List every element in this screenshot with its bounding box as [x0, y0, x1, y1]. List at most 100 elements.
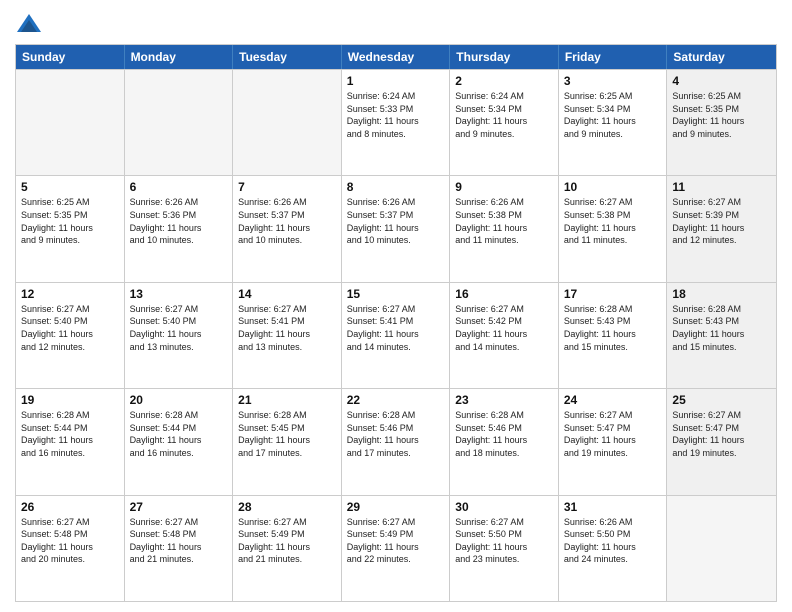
- cell-text: Sunrise: 6:28 AM Sunset: 5:44 PM Dayligh…: [130, 409, 228, 459]
- calendar-cell: 14Sunrise: 6:27 AM Sunset: 5:41 PM Dayli…: [233, 283, 342, 388]
- calendar-cell: 7 Sunrise: 6:26 AM Sunset: 5:37 PM Daylig…: [233, 176, 342, 281]
- calendar-cell: 18Sunrise: 6:28 AM Sunset: 5:43 PM Dayli…: [667, 283, 776, 388]
- cell-text: Sunrise: 6:28 AM Sunset: 5:43 PM Dayligh…: [564, 303, 662, 353]
- calendar-cell: 24Sunrise: 6:27 AM Sunset: 5:47 PM Dayli…: [559, 389, 668, 494]
- day-number: 4: [672, 74, 771, 88]
- calendar-cell: 5 Sunrise: 6:25 AM Sunset: 5:35 PM Daylig…: [16, 176, 125, 281]
- day-number: 6: [130, 180, 228, 194]
- calendar-cell: 12 Sunrise: 6:27 AM Sunset: 5:40 PM Dayli…: [16, 283, 125, 388]
- cell-text: Sunrise: 6:26 AM Sunset: 5:36 PM Dayligh…: [130, 196, 228, 246]
- cell-text: Sunrise: 6:24 AM Sunset: 5:34 PM Dayligh…: [455, 90, 553, 140]
- calendar-cell: 26 Sunrise: 6:27 AM Sunset: 5:48 PM Dayli…: [16, 496, 125, 601]
- calendar-cell: 8 Sunrise: 6:26 AM Sunset: 5:37 PM Daylig…: [342, 176, 451, 281]
- cell-text: Sunrise: 6:27 AM Sunset: 5:38 PM Dayligh…: [564, 196, 662, 246]
- cell-text: Sunrise: 6:26 AM Sunset: 5:37 PM Dayligh…: [238, 196, 336, 246]
- weekday-header: Tuesday: [233, 45, 342, 69]
- cell-text: Sunrise: 6:27 AM Sunset: 5:49 PM Dayligh…: [238, 516, 336, 566]
- day-number: 8: [347, 180, 445, 194]
- logo-icon: [15, 10, 43, 38]
- day-number: 20: [130, 393, 228, 407]
- calendar-cell: 31 Sunrise: 6:26 AM Sunset: 5:50 PM Dayli…: [559, 496, 668, 601]
- cell-text: Sunrise: 6:24 AM Sunset: 5:33 PM Dayligh…: [347, 90, 445, 140]
- calendar-cell: 21 Sunrise: 6:28 AM Sunset: 5:45 PM Dayli…: [233, 389, 342, 494]
- calendar-cell: 29 Sunrise: 6:27 AM Sunset: 5:49 PM Dayli…: [342, 496, 451, 601]
- calendar-row: 12 Sunrise: 6:27 AM Sunset: 5:40 PM Dayli…: [16, 282, 776, 388]
- calendar-cell: 11Sunrise: 6:27 AM Sunset: 5:39 PM Dayli…: [667, 176, 776, 281]
- calendar-cell: [125, 70, 234, 175]
- calendar-cell: 17 Sunrise: 6:28 AM Sunset: 5:43 PM Dayli…: [559, 283, 668, 388]
- cell-text: Sunrise: 6:28 AM Sunset: 5:43 PM Dayligh…: [672, 303, 771, 353]
- cell-text: Sunrise: 6:27 AM Sunset: 5:49 PM Dayligh…: [347, 516, 445, 566]
- weekday-header: Friday: [559, 45, 668, 69]
- calendar-row: 5 Sunrise: 6:25 AM Sunset: 5:35 PM Daylig…: [16, 175, 776, 281]
- logo-area: [15, 10, 47, 38]
- day-number: 12: [21, 287, 119, 301]
- cell-text: Sunrise: 6:27 AM Sunset: 5:41 PM Dayligh…: [347, 303, 445, 353]
- weekday-header: Sunday: [16, 45, 125, 69]
- day-number: 19: [21, 393, 119, 407]
- cell-text: Sunrise: 6:27 AM Sunset: 5:40 PM Dayligh…: [130, 303, 228, 353]
- calendar-row: 26 Sunrise: 6:27 AM Sunset: 5:48 PM Dayli…: [16, 495, 776, 601]
- cell-text: Sunrise: 6:26 AM Sunset: 5:37 PM Dayligh…: [347, 196, 445, 246]
- cell-text: Sunrise: 6:27 AM Sunset: 5:48 PM Dayligh…: [130, 516, 228, 566]
- calendar: SundayMondayTuesdayWednesdayThursdayFrid…: [15, 44, 777, 602]
- calendar-body: 1 Sunrise: 6:24 AM Sunset: 5:33 PM Daylig…: [16, 69, 776, 601]
- weekday-header: Wednesday: [342, 45, 451, 69]
- day-number: 27: [130, 500, 228, 514]
- day-number: 1: [347, 74, 445, 88]
- day-number: 15: [347, 287, 445, 301]
- cell-text: Sunrise: 6:28 AM Sunset: 5:45 PM Dayligh…: [238, 409, 336, 459]
- calendar-cell: 27 Sunrise: 6:27 AM Sunset: 5:48 PM Dayli…: [125, 496, 234, 601]
- calendar-row: 1 Sunrise: 6:24 AM Sunset: 5:33 PM Daylig…: [16, 69, 776, 175]
- day-number: 7: [238, 180, 336, 194]
- cell-text: Sunrise: 6:28 AM Sunset: 5:46 PM Dayligh…: [347, 409, 445, 459]
- calendar-cell: [667, 496, 776, 601]
- calendar-cell: 28 Sunrise: 6:27 AM Sunset: 5:49 PM Dayli…: [233, 496, 342, 601]
- page: SundayMondayTuesdayWednesdayThursdayFrid…: [0, 0, 792, 612]
- day-number: 31: [564, 500, 662, 514]
- calendar-cell: 3 Sunrise: 6:25 AM Sunset: 5:34 PM Daylig…: [559, 70, 668, 175]
- calendar-cell: 4 Sunrise: 6:25 AM Sunset: 5:35 PM Daylig…: [667, 70, 776, 175]
- calendar-cell: 13 Sunrise: 6:27 AM Sunset: 5:40 PM Dayli…: [125, 283, 234, 388]
- cell-text: Sunrise: 6:27 AM Sunset: 5:39 PM Dayligh…: [672, 196, 771, 246]
- day-number: 26: [21, 500, 119, 514]
- calendar-cell: 25Sunrise: 6:27 AM Sunset: 5:47 PM Dayli…: [667, 389, 776, 494]
- day-number: 29: [347, 500, 445, 514]
- weekday-header: Thursday: [450, 45, 559, 69]
- cell-text: Sunrise: 6:27 AM Sunset: 5:50 PM Dayligh…: [455, 516, 553, 566]
- day-number: 22: [347, 393, 445, 407]
- calendar-cell: 30Sunrise: 6:27 AM Sunset: 5:50 PM Dayli…: [450, 496, 559, 601]
- header: [15, 10, 777, 38]
- cell-text: Sunrise: 6:25 AM Sunset: 5:35 PM Dayligh…: [21, 196, 119, 246]
- day-number: 10: [564, 180, 662, 194]
- cell-text: Sunrise: 6:26 AM Sunset: 5:50 PM Dayligh…: [564, 516, 662, 566]
- day-number: 17: [564, 287, 662, 301]
- weekday-header: Saturday: [667, 45, 776, 69]
- day-number: 9: [455, 180, 553, 194]
- day-number: 21: [238, 393, 336, 407]
- cell-text: Sunrise: 6:27 AM Sunset: 5:47 PM Dayligh…: [564, 409, 662, 459]
- day-number: 16: [455, 287, 553, 301]
- calendar-cell: 6 Sunrise: 6:26 AM Sunset: 5:36 PM Daylig…: [125, 176, 234, 281]
- day-number: 13: [130, 287, 228, 301]
- calendar-cell: 2 Sunrise: 6:24 AM Sunset: 5:34 PM Daylig…: [450, 70, 559, 175]
- cell-text: Sunrise: 6:27 AM Sunset: 5:40 PM Dayligh…: [21, 303, 119, 353]
- cell-text: Sunrise: 6:27 AM Sunset: 5:48 PM Dayligh…: [21, 516, 119, 566]
- calendar-cell: 16Sunrise: 6:27 AM Sunset: 5:42 PM Dayli…: [450, 283, 559, 388]
- calendar-header: SundayMondayTuesdayWednesdayThursdayFrid…: [16, 45, 776, 69]
- weekday-header: Monday: [125, 45, 234, 69]
- calendar-cell: 9Sunrise: 6:26 AM Sunset: 5:38 PM Daylig…: [450, 176, 559, 281]
- day-number: 5: [21, 180, 119, 194]
- day-number: 2: [455, 74, 553, 88]
- cell-text: Sunrise: 6:25 AM Sunset: 5:35 PM Dayligh…: [672, 90, 771, 140]
- cell-text: Sunrise: 6:27 AM Sunset: 5:41 PM Dayligh…: [238, 303, 336, 353]
- calendar-cell: 20 Sunrise: 6:28 AM Sunset: 5:44 PM Dayli…: [125, 389, 234, 494]
- calendar-cell: 10 Sunrise: 6:27 AM Sunset: 5:38 PM Dayli…: [559, 176, 668, 281]
- calendar-cell: 23Sunrise: 6:28 AM Sunset: 5:46 PM Dayli…: [450, 389, 559, 494]
- cell-text: Sunrise: 6:28 AM Sunset: 5:44 PM Dayligh…: [21, 409, 119, 459]
- day-number: 28: [238, 500, 336, 514]
- day-number: 3: [564, 74, 662, 88]
- calendar-cell: 15 Sunrise: 6:27 AM Sunset: 5:41 PM Dayli…: [342, 283, 451, 388]
- cell-text: Sunrise: 6:25 AM Sunset: 5:34 PM Dayligh…: [564, 90, 662, 140]
- calendar-row: 19 Sunrise: 6:28 AM Sunset: 5:44 PM Dayli…: [16, 388, 776, 494]
